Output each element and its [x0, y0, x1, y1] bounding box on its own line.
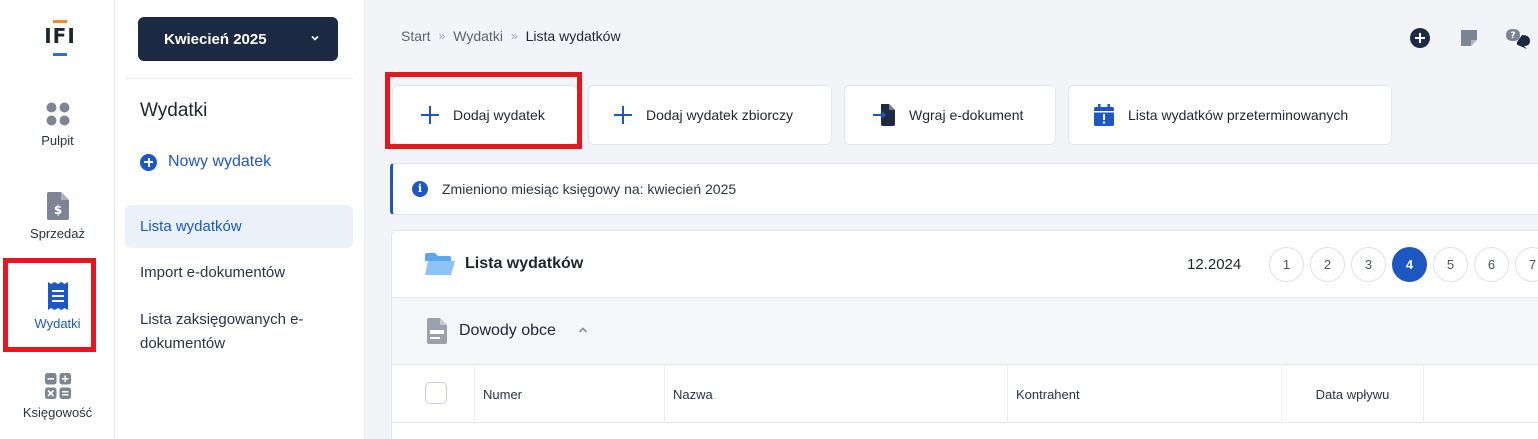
panel-title: Lista wydatków [465, 255, 584, 272]
sticky-note-icon[interactable] [1459, 28, 1479, 48]
section-title: Dowody obce [459, 322, 556, 339]
rail-item-sprzedaz[interactable]: $ Sprzedaż [0, 192, 115, 241]
submenu-title: Wydatki [140, 100, 208, 121]
page-button-3[interactable]: 3 [1351, 247, 1386, 282]
column-header-numer[interactable]: Numer [474, 365, 664, 423]
expense-list-panel: Lista wydatków 12.2024 1 2 3 4 5 6 7 Dow… [391, 230, 1538, 439]
page-button-7[interactable]: 7 [1515, 247, 1538, 282]
page-button-2[interactable]: 2 [1310, 247, 1345, 282]
column-header-data-wplywu[interactable]: Data wpływu [1281, 365, 1423, 423]
upload-edocument-button[interactable]: Wgraj e-dokument [844, 85, 1056, 145]
rail-label: Sprzedaż [30, 226, 85, 241]
page-button-5[interactable]: 5 [1433, 247, 1468, 282]
submenu-divider [125, 78, 353, 79]
breadcrumb-separator-icon: » [510, 29, 518, 43]
rail-item-pulpit[interactable]: Pulpit [0, 101, 115, 148]
rail-label: Księgowość [22, 405, 93, 420]
calendar-alert-icon [1094, 104, 1114, 126]
panel-header: Lista wydatków 12.2024 1 2 3 4 5 6 7 [392, 231, 1538, 298]
svg-text:$: $ [53, 203, 61, 217]
highlight-box-add-expense [385, 72, 582, 149]
add-collective-expense-label: Dodaj wydatek zbiorczy [646, 107, 794, 123]
plus-icon [614, 106, 632, 124]
month-selector-button[interactable]: Kwiecień 2025 [138, 17, 338, 61]
invoice-dollar-icon: $ [46, 192, 69, 220]
svg-text:?: ? [1510, 31, 1515, 41]
chevron-down-icon [311, 35, 319, 41]
breadcrumb-wydatki[interactable]: Wydatki [453, 28, 503, 44]
overdue-expenses-button[interactable]: Lista wydatków przeterminowanych [1068, 85, 1392, 145]
top-right-toolbar: ? [1410, 27, 1538, 49]
document-icon [427, 318, 447, 344]
breadcrumb-separator-icon: » [438, 29, 446, 43]
column-header-nazwa[interactable]: Nazwa [664, 365, 1007, 423]
left-rail: IFI Pulpit $ Sprzedaż Wydatki Księgowość [0, 0, 115, 439]
plus-circle-icon [140, 153, 157, 171]
submenu-item-import-edokumentow[interactable]: Import e-dokumentów [125, 261, 353, 285]
column-header-kontrahent[interactable]: Kontrahent [1007, 365, 1281, 423]
file-import-icon [873, 104, 895, 126]
section-header-dowody-obce[interactable]: Dowody obce [392, 298, 1538, 365]
new-expense-link[interactable]: Nowy wydatek [140, 153, 271, 171]
submenu-panel: Kwiecień 2025 Wydatki Nowy wydatek Lista… [115, 0, 365, 439]
dashboard-icon [46, 102, 69, 126]
rail-label: Pulpit [41, 133, 74, 148]
add-collective-expense-button[interactable]: Dodaj wydatek zbiorczy [588, 85, 832, 145]
column-label: Numer [483, 386, 523, 402]
logo-bar-top [53, 20, 67, 23]
overdue-expenses-label: Lista wydatków przeterminowanych [1128, 107, 1349, 123]
upload-edocument-label: Wgraj e-dokument [909, 107, 1024, 123]
column-label: Nazwa [673, 386, 713, 402]
logo-bar-bottom [53, 53, 67, 56]
info-banner: i Zmieniono miesiąc księgowy na: kwiecie… [390, 163, 1538, 215]
chevron-up-icon[interactable] [578, 326, 588, 334]
page-button-1[interactable]: 1 [1269, 247, 1304, 282]
breadcrumb-current: Lista wydatków [525, 28, 621, 44]
info-icon: i [412, 181, 428, 197]
column-label: Kontrahent [1016, 386, 1080, 402]
breadcrumb-start[interactable]: Start [401, 28, 431, 44]
ifi-logo[interactable]: IFI [42, 20, 78, 60]
submenu-item-label: Import e-dokumentów [140, 264, 286, 281]
select-all-checkbox[interactable] [425, 382, 447, 404]
submenu-item-lista-wydatkow[interactable]: Lista wydatków [125, 205, 353, 248]
page-button-4-active[interactable]: 4 [1392, 247, 1427, 282]
month-selector-label: Kwiecień 2025 [164, 30, 267, 48]
submenu-item-label: Lista zaksięgowanych e-dokumentów [140, 311, 304, 352]
help-chat-icon[interactable]: ? [1504, 27, 1532, 49]
period-label: 12.2024 [1187, 256, 1242, 273]
submenu-item-lista-zaksiegowanych[interactable]: Lista zaksięgowanych e-dokumentów [125, 308, 325, 356]
info-message: Zmieniono miesiąc księgowy na: kwiecień … [442, 181, 737, 197]
column-header-empty [1423, 365, 1538, 423]
submenu-item-label: Lista wydatków [140, 217, 242, 235]
column-label: Data wpływu [1315, 386, 1390, 402]
breadcrumb: Start » Wydatki » Lista wydatków [401, 28, 621, 44]
add-circle-icon[interactable] [1410, 28, 1430, 48]
highlight-box-wydatki [3, 258, 96, 352]
new-expense-label: Nowy wydatek [168, 153, 272, 170]
table-header: Numer Nazwa Kontrahent Data wpływu [392, 365, 1538, 423]
page-button-6[interactable]: 6 [1474, 247, 1509, 282]
folder-open-icon [425, 253, 455, 275]
logo-text: IFI [44, 24, 76, 48]
rail-item-ksiegowosc[interactable]: Księgowość [0, 373, 115, 420]
calculator-icon [44, 373, 71, 399]
